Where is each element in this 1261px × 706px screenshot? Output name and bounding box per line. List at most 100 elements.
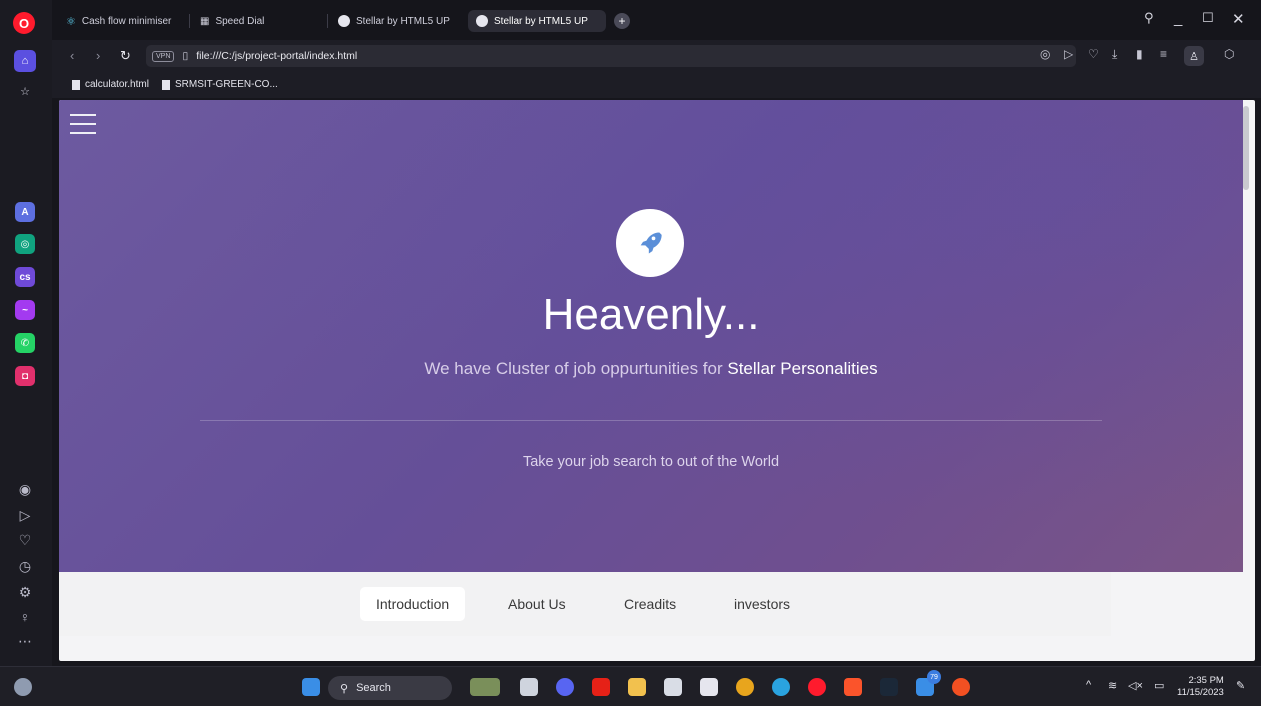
copilot-art-icon[interactable] — [470, 678, 500, 696]
hamburger-menu-icon[interactable] — [70, 114, 96, 134]
speed-dial-icon: ▦ — [200, 15, 210, 27]
hero-subtitle: We have Cluster of job oppurtunities for… — [59, 359, 1243, 379]
edge-icon[interactable] — [772, 678, 790, 696]
heart-icon[interactable]: ♡ — [1088, 47, 1099, 61]
chrome-icon[interactable] — [736, 678, 754, 696]
windows-taskbar: ⚲ Search 79 ^ ≋ ◁× ▭ 2:35 PM 11/15/2023 … — [0, 666, 1261, 706]
weather-icon[interactable] — [14, 678, 32, 696]
notification-badge: 79 — [927, 670, 941, 684]
search-label: Search — [356, 682, 391, 694]
easy-setup-icon[interactable]: ≡ — [1160, 47, 1167, 61]
close-icon[interactable]: ✕ — [1232, 10, 1245, 28]
bookmarks-bar: calculator.html SRMSIT-GREEN-CO... — [52, 72, 1261, 98]
amazon-icon[interactable] — [700, 678, 718, 696]
minimize-icon[interactable]: _ — [1174, 10, 1182, 27]
task-view-icon[interactable] — [520, 678, 538, 696]
teams-icon[interactable] — [556, 678, 574, 696]
page-scrollbar[interactable] — [1243, 106, 1249, 190]
tab-label: Stellar by HTML5 UP — [494, 15, 588, 27]
hero-tagline: Take your job search to out of the World — [522, 454, 780, 470]
tab-label: Stellar by HTML5 UP — [356, 15, 450, 27]
tab-separator — [189, 14, 190, 28]
tab-label: Cash flow minimiser — [81, 15, 172, 27]
tab-bar: ⚛ Cash flow minimiser ▦ Speed Dial Stell… — [52, 0, 1261, 40]
volume-icon[interactable]: ◁× — [1128, 679, 1143, 692]
more-icon[interactable]: ⋯ — [14, 633, 36, 650]
tab-cash-flow[interactable]: ⚛ Cash flow minimiser — [58, 10, 179, 32]
tab-stellar-1[interactable]: Stellar by HTML5 UP — [327, 10, 458, 32]
play-icon[interactable]: ▷ — [1064, 47, 1073, 61]
battery-icon[interactable]: ▮ — [1136, 47, 1143, 61]
tab-stellar-2[interactable]: Stellar by HTML5 UP — [468, 10, 606, 32]
vpn-badge[interactable]: VPN — [152, 50, 175, 62]
tab-speed-dial[interactable]: ▦ Speed Dial — [189, 10, 272, 32]
forward-icon[interactable]: › — [96, 48, 100, 63]
new-tab-button[interactable]: + — [614, 13, 630, 29]
nav-creadits[interactable]: Creadits — [608, 587, 692, 621]
file-icon — [162, 79, 170, 90]
search-icon: ⚲ — [340, 682, 349, 695]
instagram-icon[interactable]: ◘ — [15, 366, 35, 386]
system-clock[interactable]: 2:35 PM 11/15/2023 — [1177, 675, 1224, 699]
send-icon[interactable]: ▷ — [14, 507, 36, 524]
settings-icon[interactable]: ⚙ — [14, 584, 36, 601]
heart-icon[interactable]: ♡ — [14, 532, 36, 549]
chevron-up-icon[interactable]: ^ — [1086, 679, 1091, 691]
download-icon[interactable]: ⤓ — [1112, 47, 1117, 62]
globe-icon — [476, 15, 488, 27]
tab-search-icon[interactable]: ⚲ — [1144, 10, 1154, 26]
nav-introduction[interactable]: Introduction — [360, 587, 466, 621]
reload-icon[interactable]: ↻ — [120, 48, 131, 64]
globe-icon — [338, 15, 350, 27]
address-bar[interactable]: VPN ▯ file:///C:/js/project-portal/index… — [146, 45, 1076, 67]
home-icon[interactable]: ⌂ — [14, 50, 36, 72]
notification-icon[interactable]: ✎ — [1236, 679, 1245, 692]
bookmark-label: SRMSIT-GREEN-CO... — [175, 79, 278, 90]
chatsonic-icon[interactable]: cs — [15, 267, 35, 287]
wifi-icon[interactable]: ≋ — [1108, 679, 1117, 692]
nav-about-us[interactable]: About Us — [492, 587, 582, 621]
whatsapp-icon[interactable]: ✆ — [15, 333, 35, 353]
brave-icon[interactable] — [844, 678, 862, 696]
youtube-icon[interactable] — [592, 678, 610, 696]
web-page: Heavenly... We have Cluster of job oppur… — [59, 100, 1255, 661]
subtitle-text: We have Cluster of job oppurtunities for — [424, 359, 728, 378]
taskbar-search[interactable]: ⚲ Search — [328, 676, 452, 700]
windows-start-icon[interactable] — [302, 678, 320, 696]
back-icon[interactable]: ‹ — [70, 48, 74, 63]
bookmark-srmsit[interactable]: SRMSIT-GREEN-CO... — [162, 79, 278, 90]
history-icon[interactable]: ◷ — [14, 558, 36, 575]
divider — [200, 420, 1102, 421]
file-icon — [72, 79, 80, 90]
file-explorer-icon[interactable] — [628, 678, 646, 696]
messenger-icon[interactable]: ~ — [15, 300, 35, 320]
nav-investors[interactable]: investors — [718, 587, 806, 621]
subtitle-highlight: Stellar Personalities — [727, 359, 878, 378]
extensions-icon[interactable]: ⬡ — [1224, 47, 1234, 61]
aria-icon[interactable]: A — [15, 202, 35, 222]
star-icon[interactable]: ☆ — [14, 80, 36, 102]
file-icon: ▯ — [182, 50, 189, 62]
ea-icon[interactable] — [952, 678, 970, 696]
clock-time: 2:35 PM — [1188, 675, 1224, 686]
opera-logo-icon[interactable]: O — [13, 12, 35, 34]
profile-icon[interactable]: ♙ — [1184, 46, 1204, 66]
hero-section: Heavenly... We have Cluster of job oppur… — [59, 100, 1243, 572]
lightbulb-icon[interactable]: ♀ — [14, 609, 36, 625]
steam-icon[interactable] — [880, 678, 898, 696]
chatgpt-icon[interactable]: ◎ — [15, 234, 35, 254]
clock-date: 11/15/2023 — [1177, 687, 1224, 698]
bookmark-label: calculator.html — [85, 79, 149, 90]
tab-label: Speed Dial — [215, 15, 265, 27]
page-title: Heavenly... — [542, 290, 760, 339]
bookmark-calculator[interactable]: calculator.html — [72, 79, 149, 90]
tab-separator — [327, 14, 328, 28]
camera-icon[interactable]: ◎ — [1040, 47, 1050, 61]
opera-taskbar-icon[interactable] — [808, 678, 826, 696]
player-icon[interactable]: ◉ — [14, 481, 36, 498]
battery-icon[interactable]: ▭ — [1154, 679, 1164, 692]
store-icon[interactable] — [664, 678, 682, 696]
url-text[interactable]: file:///C:/js/project-portal/index.html — [196, 50, 357, 62]
section-nav: Introduction About Us Creadits investors — [59, 572, 1111, 636]
maximize-icon[interactable]: ☐ — [1202, 10, 1214, 26]
